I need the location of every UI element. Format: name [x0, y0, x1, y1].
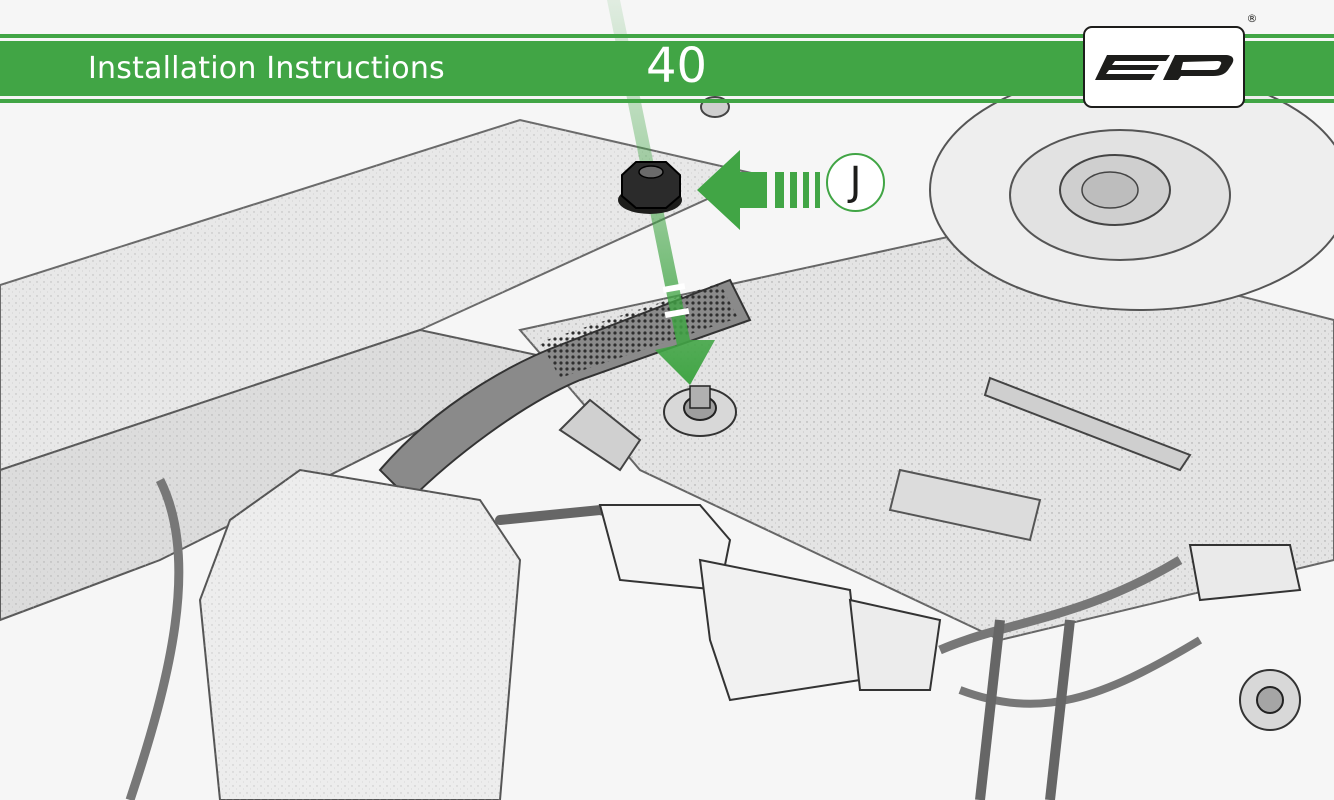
registered-mark: ® [1246, 12, 1258, 25]
flange-nut-icon [618, 161, 682, 214]
instruction-page: Installation Instructions 40 ® J [0, 0, 1334, 800]
brand-logo [1083, 26, 1245, 108]
page-title: Installation Instructions [88, 51, 445, 86]
underbody-sketch-illustration [0, 0, 1334, 800]
ep-logo-icon [1095, 55, 1234, 80]
callout-label: J [849, 159, 862, 205]
step-number: 40 [646, 38, 708, 94]
